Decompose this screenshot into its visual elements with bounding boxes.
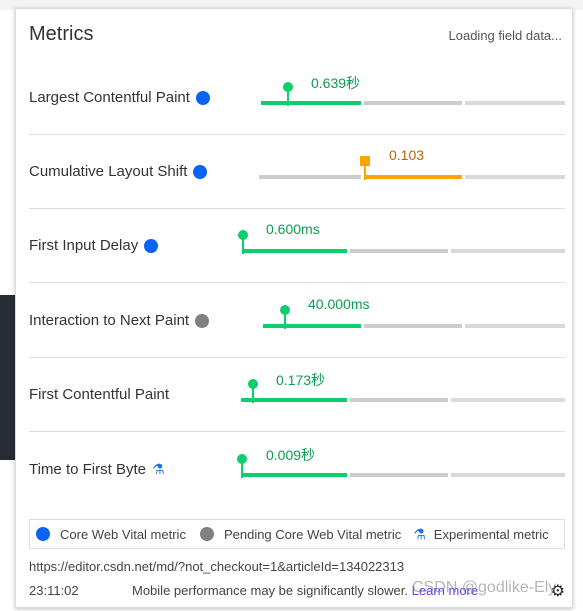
metric-value: 0.103 (389, 147, 425, 163)
core-web-vital-icon (144, 238, 159, 253)
metric-value: 0.009秒 (266, 447, 316, 463)
timestamp: 23:11:02 (29, 583, 79, 598)
needs-improvement-range-bar (350, 249, 448, 253)
core-web-vital-icon (193, 164, 208, 179)
good-range-bar (263, 324, 361, 328)
core-web-vital-icon (195, 90, 210, 105)
page-url: https://editor.csdn.net/md/?not_checkout… (29, 559, 405, 574)
metric-name: Interaction to Next Paint (29, 312, 190, 329)
metric-name: Largest Contentful Paint (29, 89, 190, 106)
needs-improvement-range-bar (350, 473, 448, 477)
metric-value: 0.639秒 (311, 75, 361, 91)
good-range-bar (243, 249, 347, 253)
poor-range-bar (465, 324, 565, 328)
needs-improvement-range-bar (364, 175, 462, 179)
background-code-panel (0, 295, 15, 460)
watermark: CSDN @godlike-Ely (412, 579, 557, 596)
poor-range-bar (465, 101, 565, 105)
metric-value: 0.173秒 (276, 372, 326, 388)
metric-value: 0.600ms (266, 221, 320, 237)
metric-row-cls: Cumulative Layout Shift 0.103 (29, 135, 565, 209)
needs-improvement-range-bar (364, 101, 462, 105)
core-web-vital-icon (36, 527, 50, 541)
metric-row-inp: Interaction to Next Paint 40.000ms (29, 284, 565, 358)
pending-core-web-vital-icon (199, 527, 214, 541)
experimental-flask-icon: ⚗ (151, 461, 165, 477)
metric-row-fid: First Input Delay 0.600ms (29, 209, 565, 283)
poor-range-bar (465, 175, 565, 179)
needs-improvement-range-bar (364, 324, 462, 328)
mobile-note-text: Mobile performance may be significantly … (132, 583, 409, 598)
legend: Core Web Vital metric Pending Core Web V… (29, 519, 565, 549)
popup-title: Metrics (29, 23, 94, 45)
legend-pending: Pending Core Web Vital metric (223, 526, 402, 542)
metric-value: 40.000ms (308, 296, 370, 312)
metric-row-lcp: Largest Contentful Paint 0.639秒 (29, 61, 565, 135)
legend-core: Core Web Vital metric (60, 526, 186, 542)
poor-range-bar (451, 249, 565, 253)
metric-name: First Contentful Paint (29, 386, 170, 403)
loading-status: Loading field data... (448, 28, 562, 43)
good-range-bar (259, 175, 361, 179)
good-range-bar (241, 398, 347, 402)
metric-name: First Input Delay (29, 237, 139, 254)
metric-row-ttfb: Time to First Byte ⚗ 0.009秒 (29, 433, 565, 507)
metric-name: Cumulative Layout Shift (29, 163, 188, 180)
needs-improvement-range-bar (350, 398, 448, 402)
poor-range-bar (451, 398, 565, 402)
metric-name: Time to First Byte (29, 461, 146, 478)
good-range-bar (242, 473, 347, 477)
web-vitals-popup: Metrics Loading field data... Largest Co… (15, 8, 573, 608)
metric-row-fcp: First Contentful Paint 0.173秒 (29, 358, 565, 432)
legend-experimental: Experimental metric (433, 526, 549, 542)
experimental-flask-icon: ⚗ (413, 525, 426, 542)
good-range-bar (261, 101, 361, 105)
pending-core-web-vital-icon (195, 313, 210, 328)
poor-range-bar (451, 473, 565, 477)
